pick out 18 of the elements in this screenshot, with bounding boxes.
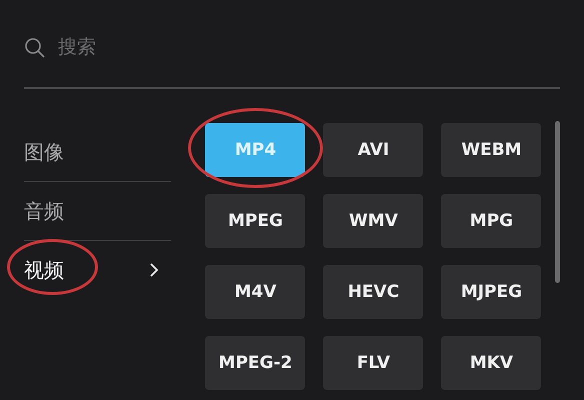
category-item[interactable]: 视频: [24, 256, 172, 284]
search-field[interactable]: 搜索: [58, 37, 258, 59]
format-button[interactable]: MPEG-2: [205, 336, 306, 390]
format-button[interactable]: WEBM: [441, 123, 542, 177]
format-button[interactable]: WMV: [323, 194, 424, 248]
category-item[interactable]: 图像: [24, 138, 172, 166]
search-icon: [24, 37, 46, 59]
format-button[interactable]: MPG: [441, 194, 542, 248]
format-button[interactable]: HEVC: [323, 265, 424, 319]
format-button[interactable]: MPEG: [205, 194, 306, 248]
chevron-right-icon: [149, 262, 160, 278]
category-item[interactable]: 音频: [24, 198, 172, 224]
scrollbar[interactable]: [555, 121, 560, 283]
format-button[interactable]: FLV: [323, 336, 424, 390]
format-button[interactable]: MJPEG: [441, 265, 542, 319]
format-button[interactable]: M4V: [205, 265, 306, 319]
format-button[interactable]: AVI: [323, 123, 424, 177]
format-button[interactable]: MKV: [441, 336, 542, 390]
